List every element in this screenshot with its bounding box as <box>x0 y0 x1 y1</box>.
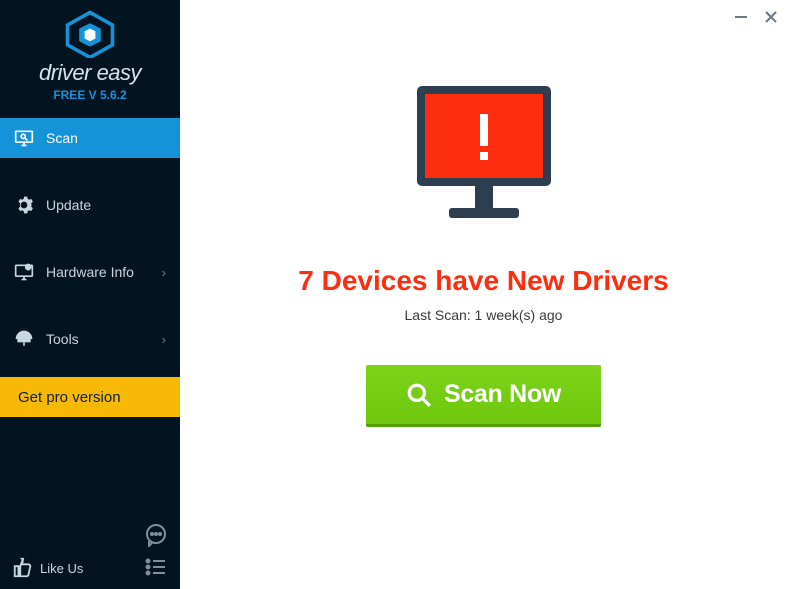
get-pro-button[interactable]: Get pro version <box>0 377 180 417</box>
sidebar: driver easy FREE V 5.6.2 Scan Update <box>0 0 180 589</box>
feedback-icon[interactable] <box>144 523 168 547</box>
close-button[interactable] <box>761 8 781 26</box>
nav-label: Scan <box>46 130 78 146</box>
menu-list-icon[interactable] <box>144 555 168 579</box>
app-name: driver easy <box>0 60 180 86</box>
app-logo-icon <box>63 10 117 58</box>
hardware-info-icon: i <box>14 262 34 282</box>
sidebar-footer: Like Us <box>0 515 180 589</box>
app-version: FREE V 5.6.2 <box>0 88 180 102</box>
alert-heading: 7 Devices have New Drivers <box>298 265 668 297</box>
chevron-right-icon: › <box>162 265 166 280</box>
get-pro-label: Get pro version <box>18 389 121 406</box>
thumbs-up-icon <box>12 557 34 579</box>
scan-now-button[interactable]: Scan Now <box>366 365 601 427</box>
nav-label: Tools <box>46 331 79 347</box>
alert-monitor-illustration <box>399 78 569 243</box>
nav-item-scan[interactable]: Scan <box>0 118 180 158</box>
window-controls <box>731 8 781 26</box>
nav-item-hardware-info[interactable]: i Hardware Info › <box>0 252 180 292</box>
last-scan-text: Last Scan: 1 week(s) ago <box>405 307 563 323</box>
footer-icons <box>144 523 168 579</box>
chevron-right-icon: › <box>162 332 166 347</box>
gear-icon <box>14 195 34 215</box>
like-us-button[interactable]: Like Us <box>12 557 83 579</box>
tools-icon <box>14 329 34 349</box>
logo-area: driver easy FREE V 5.6.2 <box>0 0 180 110</box>
main-content: 7 Devices have New Drivers Last Scan: 1 … <box>180 0 787 589</box>
scan-button-label: Scan Now <box>444 380 561 409</box>
like-us-label: Like Us <box>40 561 83 576</box>
nav-item-tools[interactable]: Tools › <box>0 319 180 359</box>
nav-label: Update <box>46 197 91 213</box>
search-icon <box>406 382 432 408</box>
minimize-button[interactable] <box>731 8 751 26</box>
nav-item-update[interactable]: Update <box>0 185 180 225</box>
nav-label: Hardware Info <box>46 264 134 280</box>
scan-monitor-icon <box>14 128 34 148</box>
nav-items: Scan Update i Hardware Info › <box>0 118 180 386</box>
